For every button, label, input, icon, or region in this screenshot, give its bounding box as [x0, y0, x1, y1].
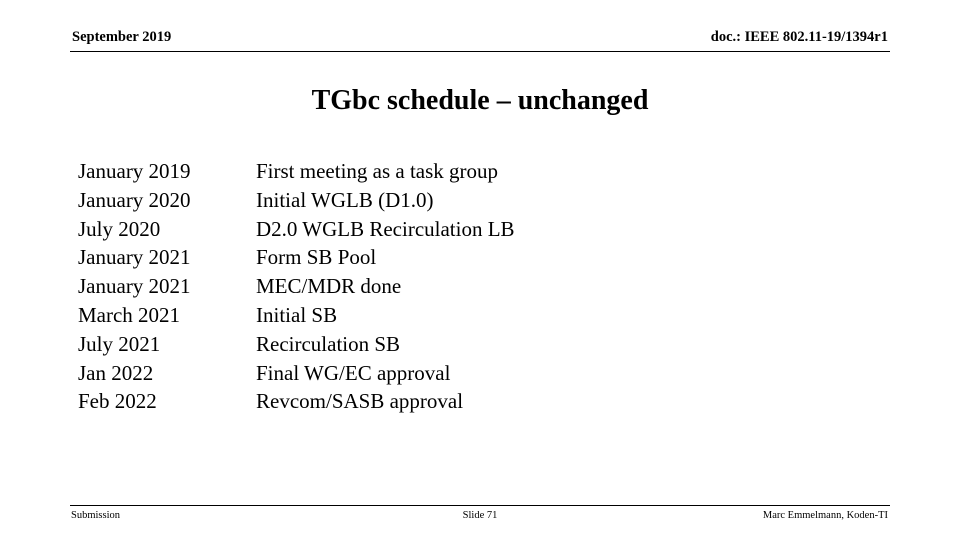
schedule-date: Jan 2022 [78, 360, 154, 385]
schedule-milestone: MEC/MDR done [256, 274, 402, 299]
header-divider [70, 51, 890, 52]
slide-header: September 2019 doc.: IEEE 802.11-19/1394… [70, 28, 890, 52]
table-row: July 2020 D2.0 WGLB Recirculation LB [78, 215, 878, 244]
schedule-date: January 2019 [78, 159, 191, 183]
page-title: TGbc schedule – unchanged [311, 85, 649, 116]
table-row: July 2021 Recirculation SB [78, 330, 878, 359]
schedule-date: July 2021 [78, 331, 161, 356]
schedule-milestone: Initial WGLB (D1.0) [256, 187, 434, 212]
schedule-milestone: Form SB Pool [256, 245, 377, 270]
table-row: Jan 2022 Final WG/EC approval [78, 359, 878, 388]
schedule-date: January 2021 [78, 274, 191, 299]
slide: September 2019 doc.: IEEE 802.11-19/1394… [0, 0, 960, 540]
header-document-number: doc.: IEEE 802.11-19/1394r1 [710, 29, 888, 45]
table-row: March 2021 Initial SB [78, 301, 878, 330]
header-date: September 2019 [72, 29, 172, 45]
table-row: January 2020 Initial WGLB (D1.0) [78, 186, 878, 215]
footer-divider [70, 505, 890, 506]
schedule-date: March 2021 [78, 302, 181, 327]
slide-footer: Submission Slide 71 Marc Emmelmann, Kode… [70, 509, 890, 527]
schedule-date: July 2020 [78, 216, 161, 241]
schedule-milestone: Recirculation SB [256, 331, 401, 356]
schedule-milestone: Revcom/SASB approval [256, 389, 464, 414]
table-row: January 2021 Form SB Pool [78, 243, 878, 272]
schedule-table: January 2019 First meeting as a task gro… [78, 157, 878, 416]
table-row: Feb 2022 Revcom/SASB approval [78, 387, 878, 416]
schedule-milestone: First meeting as a task group [256, 159, 499, 183]
footer-author: Marc Emmelmann, Koden-TI [762, 510, 888, 521]
schedule-milestone: D2.0 WGLB Recirculation LB [256, 216, 515, 241]
schedule-date: Feb 2022 [78, 389, 157, 414]
schedule-date: January 2020 [78, 187, 191, 212]
table-row: January 2019 First meeting as a task gro… [78, 157, 878, 186]
schedule-milestone: Initial SB [256, 302, 338, 327]
footer-submission-label: Submission [71, 510, 121, 521]
table-row: January 2021 MEC/MDR done [78, 272, 878, 301]
schedule-date: January 2021 [78, 245, 191, 270]
schedule-milestone: Final WG/EC approval [256, 360, 451, 385]
